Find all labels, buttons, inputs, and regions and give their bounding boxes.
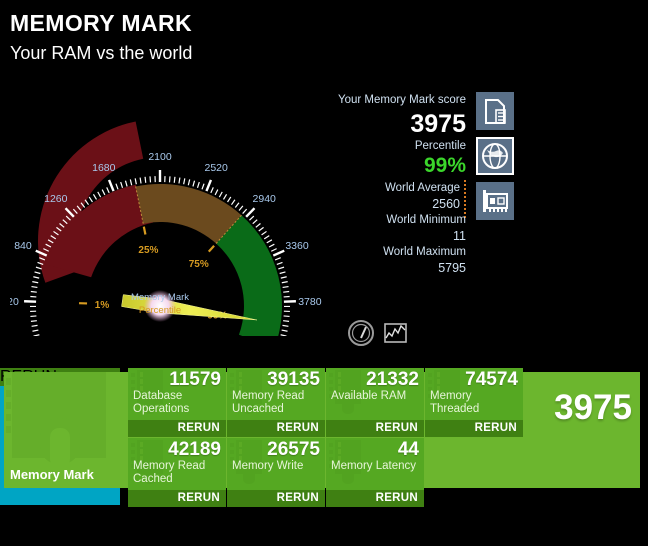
gauge-tick-label: 1260 [44, 193, 68, 205]
gauge-percentile-label: 1% [95, 300, 110, 311]
tile-value: 26575 [267, 439, 320, 460]
tile-value: 44 [397, 439, 419, 460]
gauge-percentile-label: 75% [189, 259, 209, 270]
memory-mark-gauge: 042084012601680210025202940336037804200 … [10, 84, 340, 336]
tile-value: 74574 [465, 369, 518, 390]
graph-view-icon[interactable] [380, 318, 410, 348]
benchmark-tiles: 3975 Memory Mark RERUN 11579Database Ope… [0, 368, 648, 508]
globe-icon[interactable] [476, 137, 514, 175]
gauge-percentile-label: 25% [138, 245, 158, 256]
gauge-tick-label: 1680 [92, 162, 116, 174]
gauge-tick-label: 840 [14, 240, 32, 252]
report-document-icon[interactable] [476, 92, 514, 130]
tile-name: Database Operations [133, 390, 190, 415]
score-summary-panel: Your Memory Mark score 3975 Percentile 9… [336, 92, 640, 275]
tile-memory-write[interactable]: 26575 Memory Write RERUN [227, 438, 325, 507]
tile-main-value: 3975 [554, 388, 632, 427]
world-maximum-value: 5795 [438, 261, 466, 275]
world-average-indicator [464, 180, 466, 218]
score-value: 3975 [410, 110, 466, 138]
tile-memory-latency[interactable]: 44 Memory Latency RERUN [326, 438, 424, 507]
tile-name: Memory Write [232, 460, 304, 472]
tile-value: 21332 [366, 369, 419, 390]
tile-value: 42189 [168, 439, 221, 460]
tile-name: Memory Read Cached [133, 460, 206, 485]
page-title: MEMORY MARK [10, 10, 193, 36]
tile-rerun-button[interactable]: RERUN [227, 420, 325, 437]
tile-name: Memory Threaded [430, 390, 480, 415]
tile-memory-threaded[interactable]: 74574 Memory Threaded RERUN [425, 368, 523, 437]
tile-available-ram[interactable]: 21332 Available RAM RERUN [326, 368, 424, 437]
tile-rerun-button[interactable]: RERUN [425, 420, 523, 437]
tile-name: Available RAM [331, 390, 407, 402]
world-minimum-label: World Minimum [386, 214, 466, 226]
app-header: MEMORY MARK Your RAM vs the world [0, 0, 648, 78]
gauge-view-icon[interactable] [346, 318, 376, 348]
tile-memory-read-uncached[interactable]: 39135 Memory Read Uncached RERUN [227, 368, 325, 437]
tile-memory-read-cached[interactable]: 42189 Memory Read Cached RERUN [128, 438, 226, 507]
tile-rerun-button[interactable]: RERUN [227, 490, 325, 507]
gauge-tick-label: 2100 [148, 151, 172, 163]
tile-name: Memory Read Uncached [232, 390, 305, 415]
tile-rerun-button[interactable]: RERUN [326, 420, 424, 437]
gauge-tick-label: 3360 [285, 240, 309, 252]
tile-memory-mark[interactable]: 3975 Memory Mark RERUN [0, 368, 640, 505]
view-toggle-group[interactable] [346, 318, 412, 348]
score-label: Your Memory Mark score [337, 94, 466, 106]
tile-value: 11579 [169, 369, 221, 390]
tile-main-name: Memory Mark [10, 467, 94, 482]
world-average-label: World Average [384, 182, 460, 194]
percentile-value: 99% [423, 154, 466, 177]
gauge-render: 042084012601680210025202940336037804200 … [10, 151, 322, 336]
world-maximum-label: World Maximum [383, 246, 466, 258]
page-subtitle: Your RAM vs the world [10, 43, 193, 63]
world-average-value: 2560 [432, 197, 460, 211]
gauge-tick-label: 3780 [298, 296, 322, 308]
gauge-tick-label: 2520 [205, 162, 229, 174]
percentile-label: Percentile [414, 140, 466, 152]
tile-rerun-button[interactable]: RERUN [326, 490, 424, 507]
hardware-card-icon[interactable] [476, 182, 514, 220]
tile-name: Memory Latency [331, 460, 417, 472]
gauge-tick-label: 420 [10, 296, 19, 308]
gauge-tick-label: 2940 [253, 193, 277, 205]
tile-rerun-button[interactable]: RERUN [128, 490, 226, 507]
tile-rerun-button[interactable]: RERUN [128, 420, 226, 437]
tile-database-operations[interactable]: 11579 Database Operations RERUN [128, 368, 226, 437]
gauge-caption-title: Memory Mark [131, 292, 189, 303]
tile-value: 39135 [267, 369, 320, 390]
gauge-caption-subtitle: Percentile [139, 305, 181, 316]
world-minimum-value: 11 [453, 229, 466, 243]
score-panel-icon-column [476, 92, 516, 224]
